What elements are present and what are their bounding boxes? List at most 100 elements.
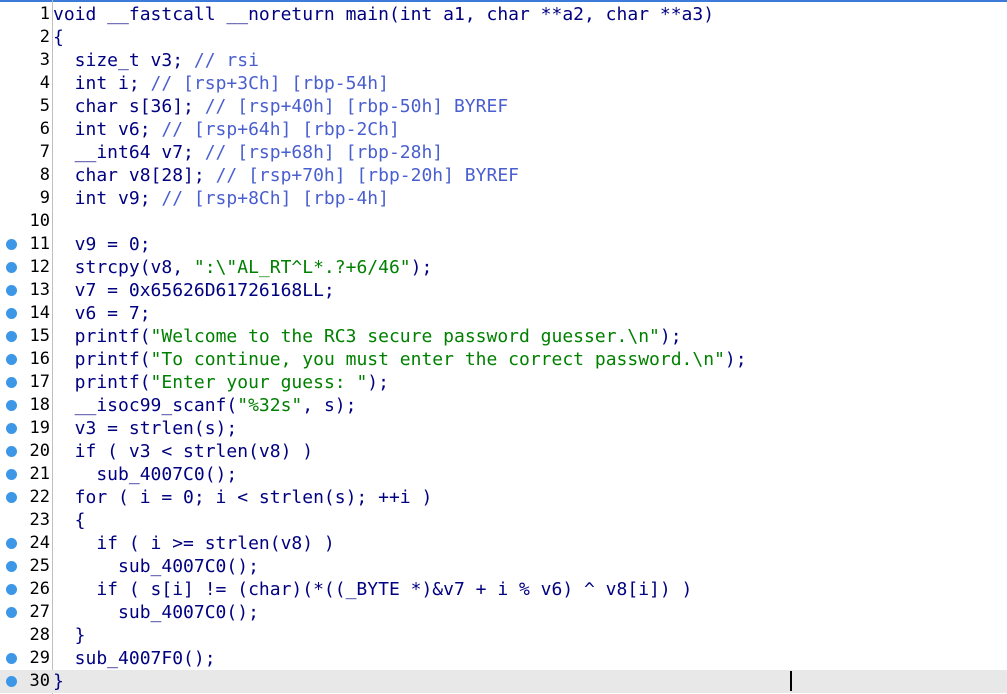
code-text: { <box>53 27 64 48</box>
code-text: char v8[28]; // [rsp+70h] [rbp-20h] BYRE… <box>53 165 519 186</box>
breakpoint-dot-icon[interactable] <box>6 423 17 434</box>
code-line[interactable]: 9 int v9; // [rsp+8Ch] [rbp-4h] <box>0 187 1007 210</box>
code-line[interactable]: 29 sub_4007F0(); <box>0 647 1007 670</box>
code-text: v7 = 0x65626D61726168LL; <box>53 280 335 301</box>
line-number: 6 <box>39 119 50 139</box>
code-line[interactable]: 12 strcpy(v8, ":\"AL_RT^L*.?+6/46"); <box>0 256 1007 279</box>
code-line[interactable]: 2{ <box>0 26 1007 49</box>
code-line[interactable]: 28 } <box>0 624 1007 647</box>
code-line[interactable]: 3 size_t v3; // rsi <box>0 49 1007 72</box>
code-line[interactable]: 17 printf("Enter your guess: "); <box>0 371 1007 394</box>
code-line[interactable]: 27 sub_4007C0(); <box>0 601 1007 624</box>
line-number: 20 <box>29 441 50 461</box>
code-text: } <box>53 625 86 646</box>
code-text: v9 = 0; <box>53 234 151 255</box>
code-text: if ( i >= strlen(v8) ) <box>53 533 335 554</box>
line-number: 19 <box>29 418 50 438</box>
code-text: int v9; // [rsp+8Ch] [rbp-4h] <box>53 188 389 209</box>
line-number: 10 <box>29 211 50 231</box>
line-number: 7 <box>39 142 50 162</box>
code-line[interactable]: 13 v7 = 0x65626D61726168LL; <box>0 279 1007 302</box>
breakpoint-dot-icon[interactable] <box>6 285 17 296</box>
line-number: 28 <box>29 625 50 645</box>
breakpoint-dot-icon[interactable] <box>6 584 17 595</box>
line-number: 16 <box>29 349 50 369</box>
code-text: if ( s[i] != (char)(*((_BYTE *)&v7 + i %… <box>53 579 693 600</box>
breakpoint-dot-icon[interactable] <box>6 492 17 503</box>
code-line[interactable]: 14 v6 = 7; <box>0 302 1007 325</box>
breakpoint-dot-icon[interactable] <box>6 262 17 273</box>
line-number: 27 <box>29 602 50 622</box>
code-text: } <box>53 671 64 692</box>
breakpoint-dot-icon[interactable] <box>6 239 17 250</box>
code-line[interactable]: 30} <box>0 670 1007 693</box>
code-text: sub_4007C0(); <box>53 464 238 485</box>
line-number: 14 <box>29 303 50 323</box>
code-text: if ( v3 < strlen(v8) ) <box>53 441 314 462</box>
line-number: 26 <box>29 579 50 599</box>
code-line[interactable]: 18 __isoc99_scanf("%32s", s); <box>0 394 1007 417</box>
code-line[interactable]: 11 v9 = 0; <box>0 233 1007 256</box>
code-line[interactable]: 23 { <box>0 509 1007 532</box>
code-line[interactable]: 26 if ( s[i] != (char)(*((_BYTE *)&v7 + … <box>0 578 1007 601</box>
code-text: sub_4007F0(); <box>53 648 216 669</box>
breakpoint-dot-icon[interactable] <box>6 653 17 664</box>
code-line[interactable]: 21 sub_4007C0(); <box>0 463 1007 486</box>
code-text: int v6; // [rsp+64h] [rbp-2Ch] <box>53 119 400 140</box>
line-number: 4 <box>39 73 50 93</box>
code-text: printf("To continue, you must enter the … <box>53 349 747 370</box>
line-number: 23 <box>29 510 50 530</box>
line-number: 15 <box>29 326 50 346</box>
code-text: { <box>53 510 86 531</box>
breakpoint-dot-icon[interactable] <box>6 561 17 572</box>
code-line[interactable]: 10 <box>0 210 1007 233</box>
code-line[interactable]: 25 sub_4007C0(); <box>0 555 1007 578</box>
code-text: v6 = 7; <box>53 303 151 324</box>
code-line[interactable]: 1 void __fastcall __noreturn main(int a1,… <box>0 3 1007 26</box>
code-line[interactable]: 19 v3 = strlen(s); <box>0 417 1007 440</box>
code-line[interactable]: 4 int i; // [rsp+3Ch] [rbp-54h] <box>0 72 1007 95</box>
line-number: 17 <box>29 372 50 392</box>
line-number: 18 <box>29 395 50 415</box>
code-text: size_t v3; // rsi <box>53 50 259 71</box>
code-line[interactable]: 6 int v6; // [rsp+64h] [rbp-2Ch] <box>0 118 1007 141</box>
line-number: 1 <box>39 4 50 24</box>
line-number: 29 <box>29 648 50 668</box>
line-number: 12 <box>29 257 50 277</box>
code-line[interactable]: 8 char v8[28]; // [rsp+70h] [rbp-20h] BY… <box>0 164 1007 187</box>
line-number: 21 <box>29 464 50 484</box>
line-number: 22 <box>29 487 50 507</box>
code-text: int i; // [rsp+3Ch] [rbp-54h] <box>53 73 389 94</box>
code-line[interactable]: 15 printf("Welcome to the RC3 secure pas… <box>0 325 1007 348</box>
breakpoint-dot-icon[interactable] <box>6 377 17 388</box>
text-caret <box>790 671 792 691</box>
code-text: strcpy(v8, ":\"AL_RT^L*.?+6/46"); <box>53 257 433 278</box>
line-number: 25 <box>29 556 50 576</box>
line-number: 3 <box>39 50 50 70</box>
code-text: __int64 v7; // [rsp+68h] [rbp-28h] <box>53 142 444 163</box>
line-number: 9 <box>39 188 50 208</box>
breakpoint-dot-icon[interactable] <box>6 400 17 411</box>
code-line[interactable]: 24 if ( i >= strlen(v8) ) <box>0 532 1007 555</box>
code-text: __isoc99_scanf("%32s", s); <box>53 395 357 416</box>
breakpoint-dot-icon[interactable] <box>6 676 17 687</box>
line-number: 8 <box>39 165 50 185</box>
breakpoint-dot-icon[interactable] <box>6 538 17 549</box>
code-line[interactable]: 5 char s[36]; // [rsp+40h] [rbp-50h] BYR… <box>0 95 1007 118</box>
breakpoint-dot-icon[interactable] <box>6 308 17 319</box>
code-line[interactable]: 7 __int64 v7; // [rsp+68h] [rbp-28h] <box>0 141 1007 164</box>
code-line[interactable]: 22 for ( i = 0; i < strlen(s); ++i ) <box>0 486 1007 509</box>
breakpoint-dot-icon[interactable] <box>6 331 17 342</box>
breakpoint-dot-icon[interactable] <box>6 354 17 365</box>
breakpoint-dot-icon[interactable] <box>6 446 17 457</box>
code-line[interactable]: 20 if ( v3 < strlen(v8) ) <box>0 440 1007 463</box>
breakpoint-dot-icon[interactable] <box>6 607 17 618</box>
breakpoint-dot-icon[interactable] <box>6 469 17 480</box>
code-text: v3 = strlen(s); <box>53 418 238 439</box>
code-text: sub_4007C0(); <box>53 602 259 623</box>
code-text: char s[36]; // [rsp+40h] [rbp-50h] BYREF <box>53 96 509 117</box>
line-number: 5 <box>39 96 50 116</box>
line-number: 11 <box>29 234 50 254</box>
code-line[interactable]: 16 printf("To continue, you must enter t… <box>0 348 1007 371</box>
pseudocode-editor[interactable]: 1 void __fastcall __noreturn main(int a1,… <box>0 0 1007 694</box>
